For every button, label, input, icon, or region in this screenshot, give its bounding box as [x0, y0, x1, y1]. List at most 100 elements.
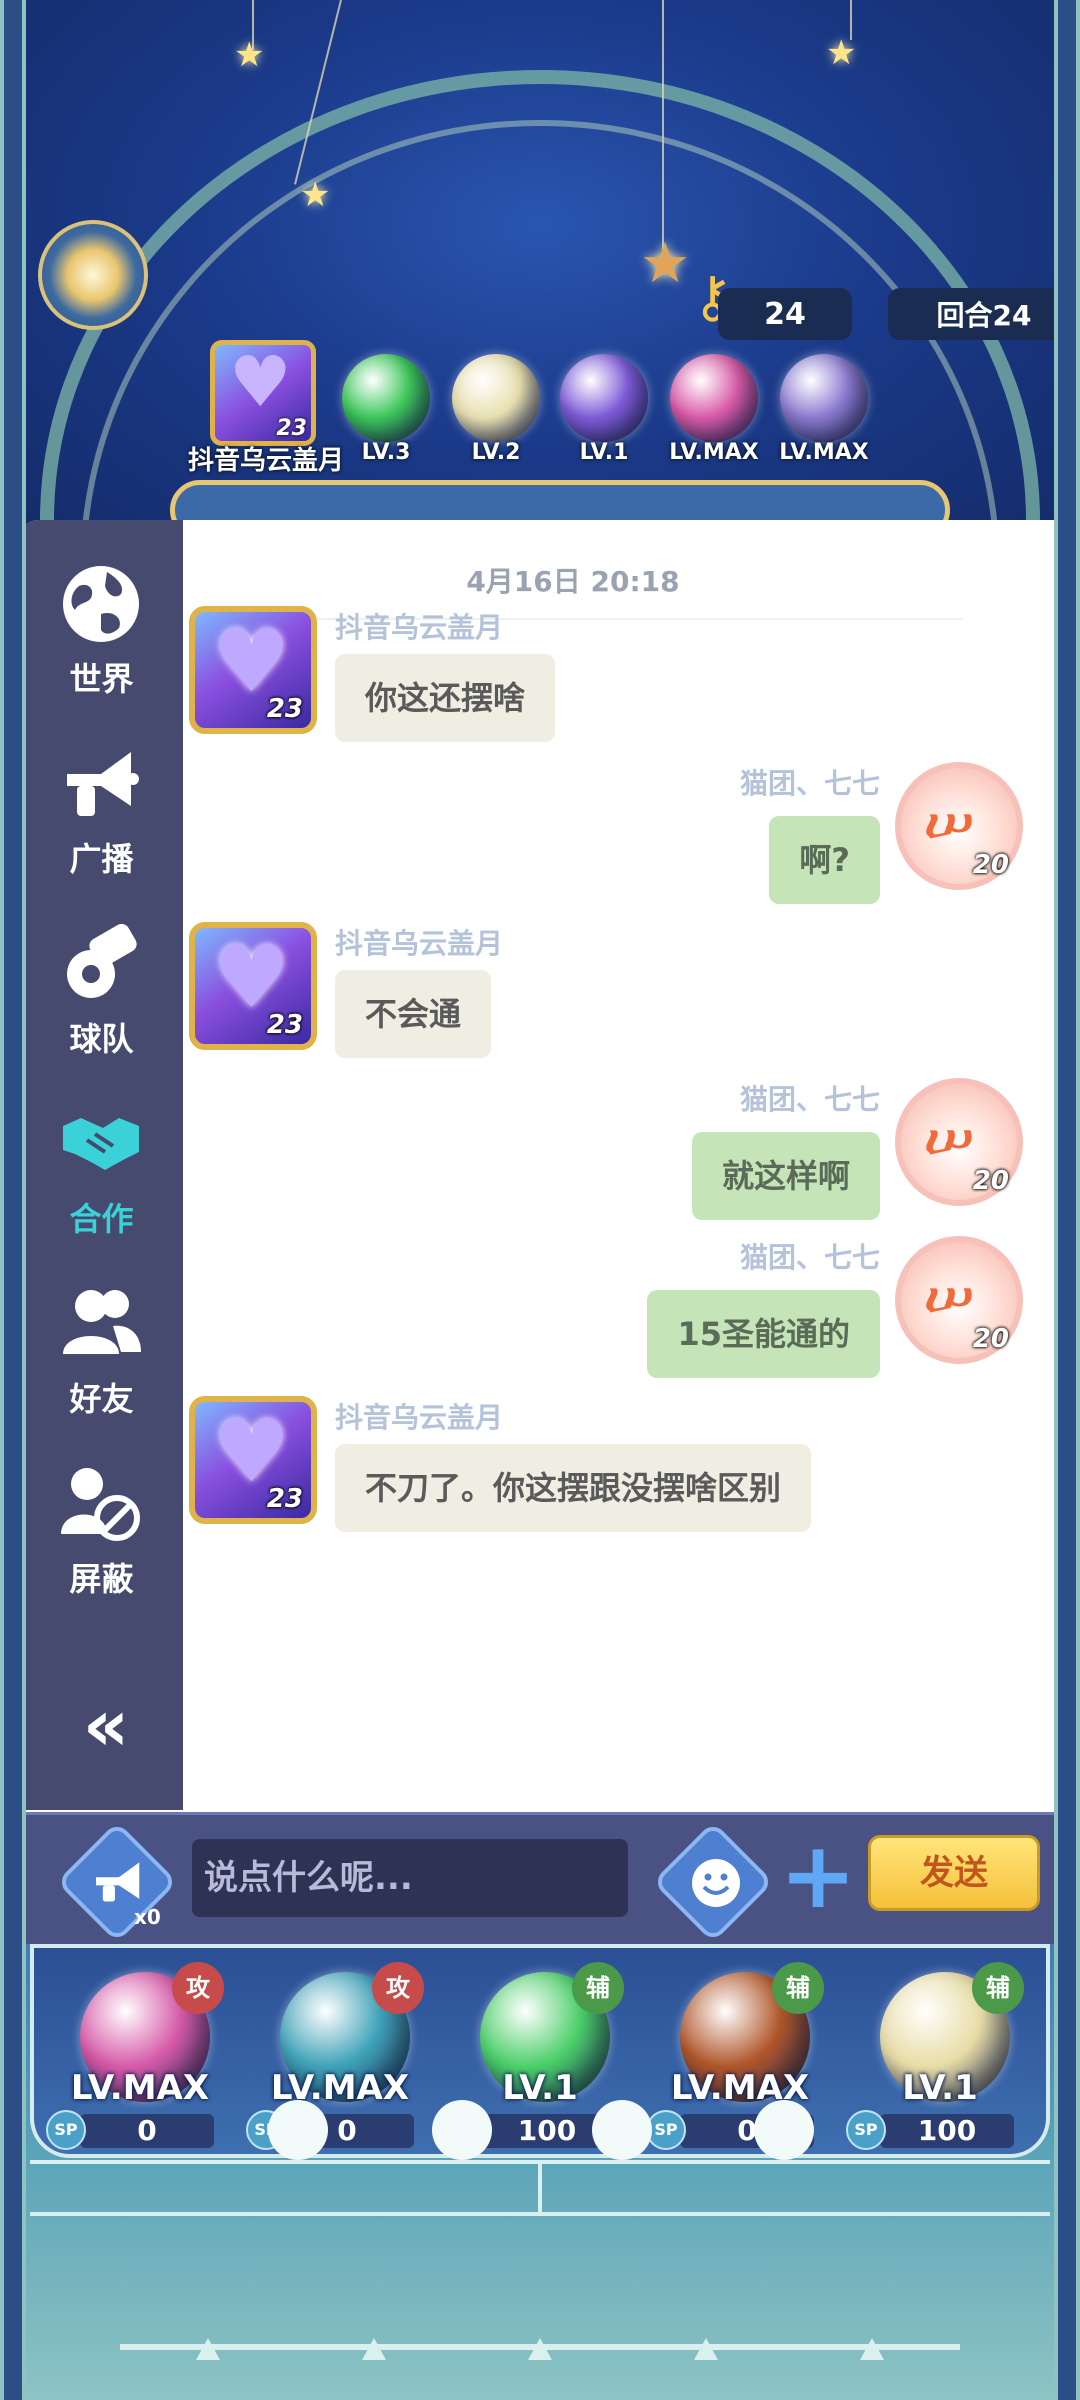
handshake-icon	[63, 1118, 139, 1170]
message-bubble[interactable]: 不刀了。你这摆跟没摆啥区别	[335, 1444, 812, 1532]
skill-slot[interactable]: 攻 LV.MAX 0 SP	[40, 1962, 224, 2152]
broadcast-button[interactable]: x0	[56, 1821, 178, 1943]
team-member-level: LV.MAX	[779, 440, 869, 465]
level-badge: 23	[266, 1010, 303, 1040]
star-icon: ★	[826, 33, 857, 73]
sp-badge: SP	[846, 2110, 886, 2150]
nav-item-world[interactable]: 世界	[20, 550, 183, 700]
moon-icon	[754, 2100, 814, 2160]
star-icon: ★	[640, 231, 691, 296]
frame-border-left	[0, 0, 26, 2400]
avatar[interactable]: 20	[895, 1078, 1023, 1206]
team-member-orb[interactable]	[452, 354, 540, 442]
megaphone-icon	[96, 1862, 140, 1902]
avatar[interactable]: 23	[189, 1396, 317, 1524]
spike-decoration	[860, 2338, 884, 2360]
message-bubble[interactable]: 不会通	[335, 970, 492, 1058]
sp-badge: SP	[46, 2110, 86, 2150]
chat-message-input[interactable]	[192, 1839, 628, 1917]
emoji-button[interactable]	[652, 1821, 774, 1943]
nav-item-broadcast[interactable]: 广播	[20, 730, 183, 880]
nav-item-block[interactable]: 屏蔽	[20, 1450, 183, 1600]
team-member-level: LV.MAX	[669, 440, 759, 465]
sender-name: 抖音乌云盖月	[335, 927, 504, 960]
skill-level: LV.1	[902, 2068, 978, 2108]
sp-badge: SP	[646, 2110, 686, 2150]
nav-label: 广播	[69, 840, 134, 878]
nav-item-team[interactable]: 球队	[20, 910, 183, 1060]
sp-row: 100 SP	[846, 2110, 1036, 2150]
chat-side-nav: 世界 广播 球队 合作 好友 屏蔽 «	[20, 520, 183, 1810]
chat-panel: 世界 广播 球队 合作 好友 屏蔽 « 4月16日 20:18 23 ♥ 抖音乌…	[20, 520, 1060, 1820]
round-counter: 回合24	[888, 288, 1080, 340]
nav-label: 屏蔽	[69, 1560, 134, 1598]
level-badge: 20	[972, 1324, 1009, 1354]
chat-message: 20 猫团、七七 15圣能通的	[183, 1236, 1060, 1386]
skill-slot[interactable]: 辅 LV.1 100 SP	[840, 1962, 1024, 2152]
spike-decoration	[362, 2338, 386, 2360]
smiley-icon	[692, 1859, 740, 1907]
chat-message: 20 猫团、七七 啊?	[183, 762, 1060, 912]
nav-item-cooperate[interactable]: 合作	[20, 1090, 183, 1240]
sender-name: 抖音乌云盖月	[335, 611, 504, 644]
double-chevron-left-icon[interactable]: «	[66, 1689, 146, 1761]
nav-label: 合作	[69, 1200, 134, 1238]
skill-type-badge: 辅	[972, 1962, 1024, 2014]
skill-type-badge: 攻	[372, 1962, 424, 2014]
moon-icon	[592, 2100, 652, 2160]
sp-value: 100	[880, 2114, 1014, 2148]
skill-type-badge: 辅	[772, 1962, 824, 2014]
hanging-string	[662, 0, 664, 250]
nav-item-friends[interactable]: 好友	[20, 1270, 183, 1420]
skill-type-badge: 攻	[172, 1962, 224, 2014]
nav-label: 世界	[69, 660, 134, 698]
team-leader[interactable]: ♥ 23	[210, 340, 316, 446]
level-badge: 23	[266, 694, 303, 724]
star-icon: ★	[234, 35, 265, 75]
sender-name: 猫团、七七	[739, 767, 880, 800]
send-button[interactable]: 发送	[868, 1835, 1040, 1911]
skill-level: LV.MAX	[70, 2068, 210, 2108]
message-bubble[interactable]: 就这样啊	[691, 1132, 880, 1220]
message-bubble[interactable]: 啊?	[769, 816, 880, 904]
team-member-orb[interactable]	[560, 354, 648, 442]
avatar[interactable]: 20	[895, 1236, 1023, 1364]
chat-message: 23 抖音乌云盖月 不会通	[183, 908, 1060, 1058]
leader-level-badge: 23	[276, 416, 307, 441]
team-member-level: LV.1	[579, 440, 629, 465]
team-member-level: LV.2	[471, 440, 521, 465]
skill-slot[interactable]: 攻 LV.MAX 0 SP	[240, 1962, 424, 2152]
sp-row: 0 SP	[46, 2110, 236, 2150]
nav-label: 好友	[69, 1380, 134, 1418]
broadcast-count: x0	[134, 1905, 161, 1929]
divider	[30, 2212, 1050, 2216]
sender-name: 猫团、七七	[739, 1241, 880, 1274]
message-list: 4月16日 20:18 23 抖音乌云盖月 你这还摆啥 20 猫团、七七 啊? …	[183, 520, 1060, 1810]
key-counter: 24	[718, 288, 852, 340]
avatar[interactable]: 23	[189, 606, 317, 734]
plus-button[interactable]: +	[778, 1830, 858, 1923]
game-scene-top: ★ ★ ★ ★ ⚷ 24 回合24	[0, 0, 1080, 560]
level-badge: 20	[972, 1166, 1009, 1196]
team-member-level: LV.3	[361, 440, 411, 465]
avatar[interactable]: 23	[189, 922, 317, 1050]
sender-name: 猫团、七七	[739, 1083, 880, 1116]
message-bubble[interactable]: 你这还摆啥	[335, 654, 556, 742]
message-bubble[interactable]: 15圣能通的	[647, 1290, 880, 1378]
team-member-orb[interactable]	[342, 354, 430, 442]
avatar[interactable]: 20	[895, 762, 1023, 890]
heart-icon: ♥	[229, 341, 292, 423]
chat-message: 23 抖音乌云盖月 不刀了。你这摆跟没摆啥区别	[183, 1382, 1060, 1532]
compass-icon[interactable]	[38, 220, 148, 330]
globe-icon	[63, 566, 139, 642]
level-badge: 20	[972, 850, 1009, 880]
star-icon: ★	[300, 175, 331, 215]
team-member-orb[interactable]	[780, 354, 868, 442]
sender-name: 抖音乌云盖月	[335, 1401, 504, 1434]
friends-icon	[63, 1290, 141, 1354]
nav-label: 球队	[69, 1020, 134, 1058]
sp-value: 0	[80, 2114, 214, 2148]
skill-level: LV.MAX	[270, 2068, 410, 2108]
team-member-orb[interactable]	[670, 354, 758, 442]
whistle-icon	[67, 924, 137, 998]
